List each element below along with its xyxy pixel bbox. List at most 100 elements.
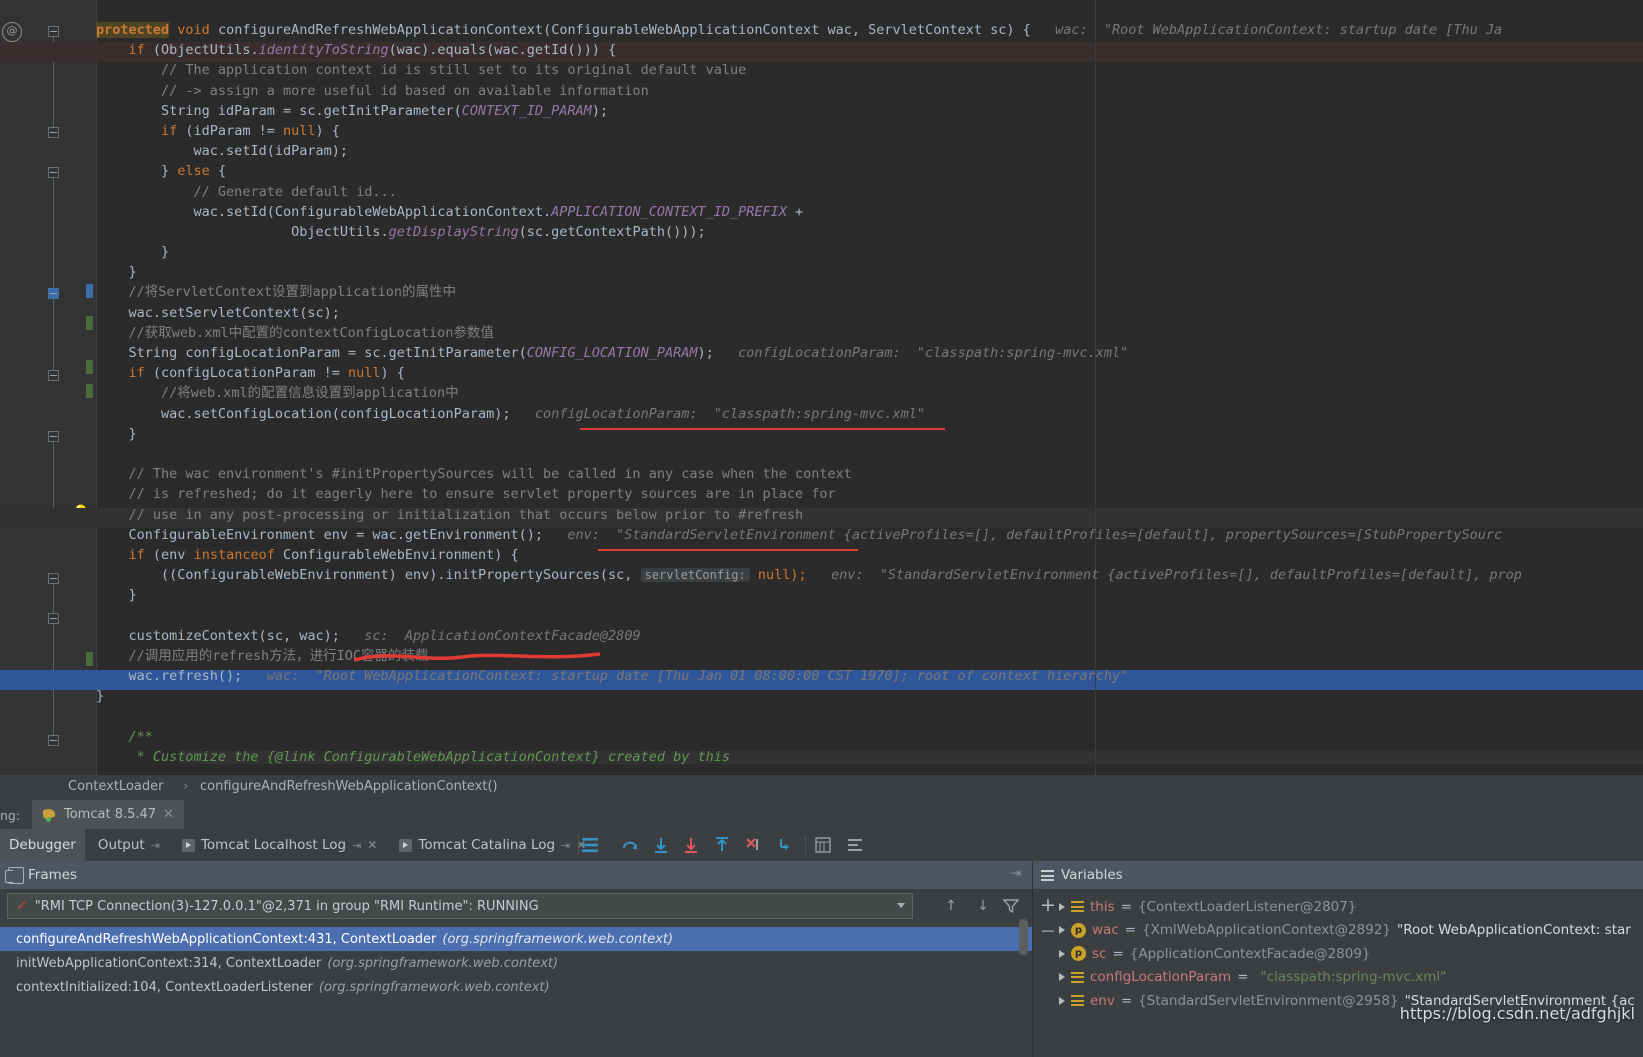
close-icon[interactable]: ✕	[367, 838, 377, 852]
step-over-icon[interactable]	[651, 835, 671, 855]
code-line[interactable]: ObjectUtils.getDisplayString(sc.getConte…	[96, 222, 1643, 242]
variable-row[interactable]: p sc = {ApplicationContextFacade@2809}	[1059, 942, 1371, 965]
code-line[interactable]: // use in any post-processing or initial…	[96, 505, 1643, 525]
pin-tab-icon[interactable]: ⇥	[1011, 866, 1021, 880]
code-fold-toggle[interactable]	[48, 431, 59, 442]
code-editor[interactable]: @ ✓ ✓ 💡 protected void configureAndRefre…	[0, 0, 1643, 775]
debug-tab-tomcat-catalina-log[interactable]: Tomcat Catalina Log ⇥ ✕	[390, 829, 595, 861]
code-line[interactable]: if (idParam != null) {	[96, 121, 1643, 141]
inline-debug-value[interactable]: env: "StandardServletEnvironment {active…	[543, 527, 1502, 543]
code-line[interactable]: * Customize the {@link ConfigurableWebAp…	[96, 747, 1643, 767]
inline-debug-value[interactable]: wac: "Root WebApplicationContext: startu…	[1031, 22, 1502, 38]
expand-triangle-icon[interactable]	[1059, 926, 1065, 934]
variable-row[interactable]: configLocationParam = "classpath:spring-mv…	[1059, 966, 1446, 989]
vcs-change-marker[interactable]	[86, 360, 93, 374]
code-line[interactable]: }	[96, 585, 1643, 605]
inline-debug-value[interactable]: env: "StandardServletEnvironment {active…	[807, 567, 1522, 583]
pin-tab-icon[interactable]: ⇥	[352, 839, 361, 852]
breadcrumb-method[interactable]: configureAndRefreshWebApplicationContext…	[200, 779, 498, 794]
code-line[interactable]: }	[96, 242, 1643, 262]
remove-watch-button[interactable]: −	[1040, 922, 1056, 941]
code-fold-toggle[interactable]	[48, 735, 59, 746]
code-line[interactable]: }	[96, 686, 1643, 706]
code-line[interactable]: // The wac environment's #initPropertySo…	[96, 464, 1643, 484]
debug-tab-debugger[interactable]: Debugger	[0, 829, 85, 861]
code-line[interactable]	[96, 706, 1643, 726]
expand-triangle-icon[interactable]	[1059, 902, 1065, 911]
code-line[interactable]: }	[96, 424, 1643, 444]
step-into-icon[interactable]	[681, 835, 701, 855]
code-line[interactable]: //将web.xml的配置信息设置到application中	[96, 383, 1643, 403]
code-line[interactable]: }	[96, 262, 1643, 282]
code-line[interactable]: if (ObjectUtils.identityToString(wac).eq…	[96, 40, 1643, 60]
variable-row[interactable]: p wac = {XmlWebApplicationContext@2892} "Roo…	[1059, 919, 1631, 942]
pin-tab-icon[interactable]: ⇥	[151, 839, 160, 852]
code-line[interactable]: if (configLocationParam != null) {	[96, 363, 1643, 383]
code-line[interactable]: ConfigurableEnvironment env = wac.getEnv…	[96, 525, 1643, 545]
inline-debug-value[interactable]: configLocationParam: "classpath:spring-m…	[714, 345, 1128, 361]
code-line[interactable]	[96, 605, 1643, 625]
run-to-cursor-icon[interactable]	[776, 835, 796, 855]
code-line[interactable]: protected void configureAndRefreshWebApp…	[96, 20, 1643, 40]
code-line[interactable]: // Generate default id...	[96, 182, 1643, 202]
code-fold-toggle[interactable]	[48, 167, 59, 178]
code-line[interactable]: wac.setConfigLocation(configLocationPara…	[96, 404, 1643, 424]
code-line[interactable]: // -> assign a more useful id based on a…	[96, 81, 1643, 101]
layout-settings-icon[interactable]	[580, 835, 600, 855]
code-line[interactable]: } else {	[96, 161, 1643, 181]
frames-up-button[interactable]: ↑	[940, 895, 962, 917]
close-icon[interactable]: ✕	[163, 807, 174, 822]
breadcrumb[interactable]: ContextLoader › configureAndRefreshWebAp…	[0, 776, 1643, 800]
code-line[interactable]: wac.refresh(); wac: "Root WebApplication…	[96, 666, 1643, 686]
code-line[interactable]: String idParam = sc.getInitParameter(CON…	[96, 101, 1643, 121]
code-line[interactable]: // is refreshed; do it eagerly here to e…	[96, 484, 1643, 504]
variable-row[interactable]: this = {ContextLoaderListener@2807}	[1059, 895, 1356, 918]
code-line[interactable]: //调用应用的refresh方法，进行IOC容器的装载	[96, 646, 1643, 666]
inline-debug-value[interactable]: wac: "Root WebApplicationContext: startu…	[242, 668, 1129, 684]
code-line[interactable]: String configLocationParam = sc.getInitP…	[96, 343, 1643, 363]
frame-row[interactable]: contextInitialized:104, ContextLoaderLis…	[0, 975, 1032, 999]
code-line[interactable]: wac.setId(idParam);	[96, 141, 1643, 161]
code-fold-toggle[interactable]	[48, 127, 59, 138]
code-line[interactable]: /**	[96, 727, 1643, 747]
debug-tab-output[interactable]: Output ⇥	[89, 829, 169, 861]
run-tab-tomcat[interactable]: Tomcat 8.5.47 ✕	[32, 800, 184, 829]
code-fold-toggle[interactable]	[48, 573, 59, 584]
frames-panel[interactable]: Frames ✓ "RMI TCP Connection(3)-127.0.0.…	[0, 861, 1032, 1057]
debugger-tab-row[interactable]: Debugger Output ⇥ Tomcat Localhost Log ⇥ ✕ Tom…	[0, 829, 1643, 862]
code-line[interactable]: //获取web.xml中配置的contextConfigLocation参数值	[96, 323, 1643, 343]
code-line[interactable]: //将ServletContext设置到application的属性中	[96, 282, 1643, 302]
evaluate-expression-icon[interactable]	[813, 835, 833, 855]
variables-panel[interactable]: Variables ⇥ + − this = {ContextLoaderListe…	[1011, 861, 1643, 1057]
code-text[interactable]: protected void configureAndRefreshWebApp…	[96, 20, 1643, 765]
inline-debug-value[interactable]: sc: ApplicationContextFacade@2809	[340, 628, 640, 644]
breadcrumb-class[interactable]: ContextLoader	[68, 779, 163, 794]
frames-down-button[interactable]: ↓	[972, 895, 994, 917]
code-fold-toggle[interactable]	[48, 26, 59, 37]
code-line[interactable]: ((ConfigurableWebEnvironment) env).initP…	[96, 565, 1643, 585]
thread-selector[interactable]: ✓ "RMI TCP Connection(3)-127.0.0.1"@2,37…	[7, 893, 913, 919]
code-fold-toggle[interactable]	[48, 613, 59, 624]
code-line[interactable]	[96, 444, 1643, 464]
step-out-icon[interactable]	[712, 835, 732, 855]
add-watch-button[interactable]: +	[1040, 896, 1056, 915]
code-fold-toggle[interactable]	[48, 288, 59, 299]
force-step-into-icon[interactable]	[743, 835, 763, 855]
inline-debug-value[interactable]: configLocationParam: "classpath:spring-m…	[511, 406, 925, 422]
frame-row[interactable]: configureAndRefreshWebApplicationContext…	[0, 927, 1032, 951]
vcs-change-marker[interactable]	[86, 384, 93, 398]
pin-tab-icon[interactable]: ⇥	[561, 839, 570, 852]
expand-triangle-icon[interactable]	[1059, 996, 1065, 1005]
vcs-change-marker[interactable]	[86, 316, 93, 330]
code-fold-toggle[interactable]	[48, 370, 59, 381]
vcs-change-marker[interactable]	[86, 652, 93, 666]
settings-icon[interactable]	[845, 835, 865, 855]
vcs-change-marker[interactable]	[86, 284, 93, 298]
code-line[interactable]: if (env instanceof ConfigurableWebEnviro…	[96, 545, 1643, 565]
code-line[interactable]: customizeContext(sc, wac); sc: Applicati…	[96, 626, 1643, 646]
expand-triangle-icon[interactable]	[1059, 949, 1065, 958]
editor-gutter[interactable]: @ ✓ ✓ 💡	[0, 0, 97, 775]
code-line[interactable]: // The application context id is still s…	[96, 60, 1643, 80]
code-line[interactable]: wac.setServletContext(sc);	[96, 303, 1643, 323]
frames-scrollbar-thumb[interactable]	[1019, 919, 1028, 955]
